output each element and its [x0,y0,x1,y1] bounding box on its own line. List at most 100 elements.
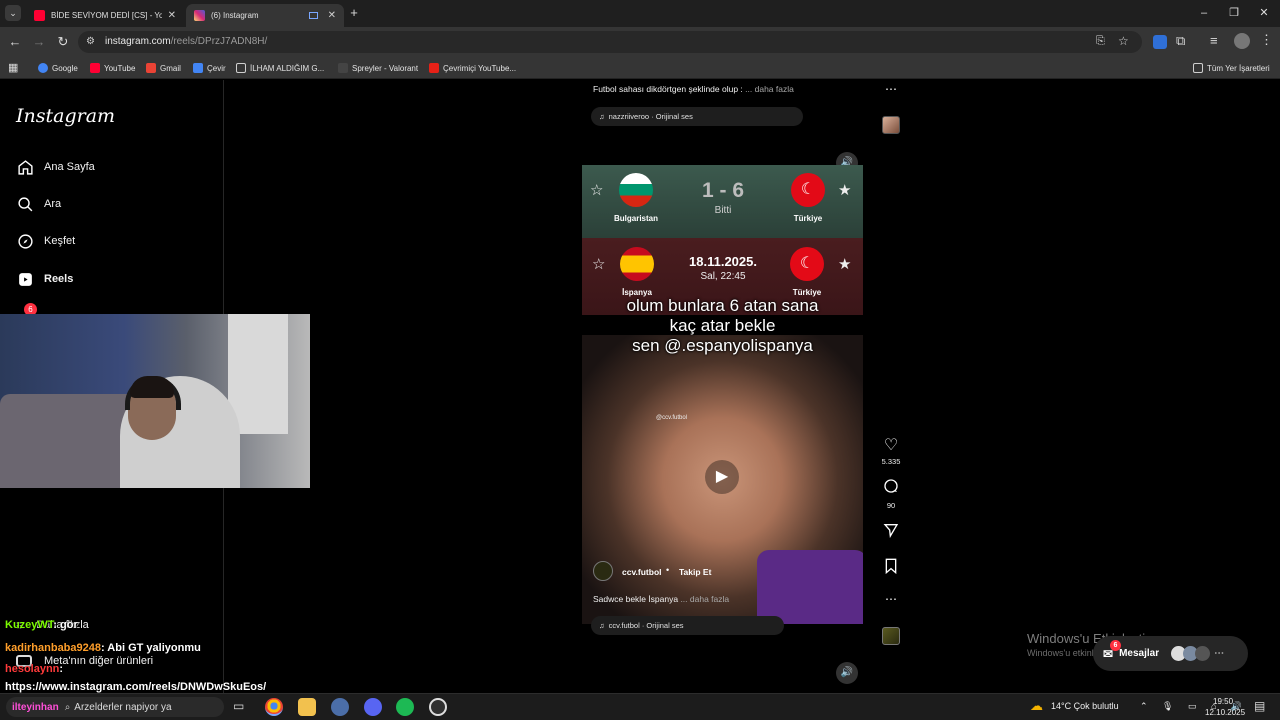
close-icon[interactable]: ✕ [168,10,176,21]
bookmark-gmail[interactable]: Gmail [146,61,181,75]
address-bar[interactable]: ⚙ instagram.com/reels/DPrzJ7ADN8H/ ⎘ ☆ [78,31,1142,53]
chat-message-4: https://www.instagram.com/reels/DNWDwSku… [5,681,267,693]
score-card: ☆ Bulgaristan 1 - 6 Bitti ☾ Türkiye ★ [582,165,863,238]
author-avatar[interactable] [593,561,613,581]
compass-icon [16,232,34,250]
author-username[interactable]: ccv.futbol [622,567,662,577]
puzzle-icon[interactable]: ⧉ [1176,33,1185,49]
install-icon[interactable]: ⎘ [1096,35,1105,48]
chat-message-3: hesolaynn: [5,663,64,675]
music-note-icon: ♫ [599,621,605,630]
bookmark-google[interactable]: Google [38,61,78,75]
folder-icon [1193,63,1203,73]
instagram-logo[interactable]: Instagram [16,105,115,127]
reels-icon [16,270,34,288]
spotify-icon[interactable] [396,698,414,716]
search-icon [16,195,34,213]
messages-count: 6 [1110,639,1121,651]
tab-youtube[interactable]: BİDE SEVİYOM DEDİ [CS] - YouT ✕ [26,4,184,27]
play-button[interactable]: ▶ [705,460,739,494]
nav-search[interactable]: Ara [16,194,61,214]
nav-explore[interactable]: Keşfet [16,231,75,251]
chrome-icon[interactable] [265,698,283,716]
clock-time[interactable]: 19:50 [1213,697,1233,706]
bookmark-icon [429,63,439,73]
next-mute-button[interactable]: 🔊 [836,662,858,684]
previous-audio-thumb[interactable] [882,116,900,134]
star-outline-icon[interactable]: ☆ [590,181,603,199]
translate-icon [193,63,203,73]
bookmark-icon [876,558,906,579]
notification-icon[interactable]: ▤ [1254,699,1265,713]
reel-audio[interactable]: ♫ ccv.futbol · Orijinal ses [591,616,784,635]
watermark: @ccv.futbol [656,415,687,421]
reel-more-button[interactable]: ⋯ [876,592,906,606]
webcam-overlay [0,314,310,488]
site-info-icon[interactable]: ⚙ [86,36,95,47]
task-view-icon[interactable]: ▭ [233,699,244,713]
reading-list-icon[interactable]: ≡ [1210,33,1218,48]
taskbar-search[interactable]: ilteyinhan ⌕ Arzelderler napiyor ya [6,697,224,717]
close-window-button[interactable]: ✕ [1254,5,1274,21]
profile-avatar[interactable] [1234,33,1250,49]
overlay-caption: olum bunlara 6 atan sana kaç atar bekle … [626,296,819,355]
like-button[interactable]: ♡ 5.335 [876,435,906,466]
apps-icon[interactable]: ▦ [8,61,18,74]
microphone [757,550,863,624]
chat-message-2: kadirhanbaba9248: Abi GT yaliyonmu [5,642,201,654]
chat-message-1: KuzeyWT: gör [5,619,78,631]
bookmark-star-icon[interactable]: ☆ [1118,34,1129,48]
nav-reels[interactable]: Reels [16,269,73,289]
weather-text[interactable]: 14°C Çok bulutlu [1051,701,1119,711]
file-explorer-icon[interactable] [298,698,316,716]
tab-strip: ⌄ BİDE SEVİYOM DEDİ [CS] - YouT ✕ (6) In… [0,0,1280,27]
previous-reel-audio[interactable]: ♫ nazzriiveroo · Orijinal ses [591,107,803,126]
restore-button[interactable]: ❐ [1224,5,1244,21]
google-icon [38,63,48,73]
forward-button[interactable]: → [30,33,48,51]
new-tab-button[interactable]: + [346,5,362,21]
bookmark-valorant[interactable]: Spreyler - Valorant [338,61,418,75]
reels-feed: Futbol sahası dikdörtgen şeklinde olup :… [225,80,1280,693]
previous-more-icon[interactable]: ⋯ [885,82,897,96]
reel-video[interactable]: ☆ Bulgaristan 1 - 6 Bitti ☾ Türkiye ★ ☆ … [582,165,863,624]
minimize-button[interactable]: – [1194,5,1214,21]
close-icon[interactable]: ✕ [328,10,336,21]
score: 1 - 6 [701,179,745,202]
previous-reel-caption: Futbol sahası dikdörtgen şeklinde olup :… [593,84,794,94]
next-date: 18.11.2025. [689,254,757,269]
save-button[interactable] [876,558,906,579]
messages-button[interactable]: ✉ 6 Mesajlar ⋯ [1093,636,1248,671]
reload-button[interactable]: ↻ [54,33,72,51]
bookmark-folder[interactable]: İLHAM ALDIĞIM G... [236,61,324,75]
url-text: instagram.com/reels/DPrzJ7ADN8H/ [105,36,268,47]
star-filled-icon[interactable]: ★ [838,181,851,199]
hair [130,376,174,398]
comment-button[interactable]: 90 [876,478,906,510]
clock-date[interactable]: 12.10.2025 [1205,708,1245,717]
obs-icon[interactable] [429,698,447,716]
dot-separator: • [666,565,670,575]
follow-button[interactable]: Takip Et [679,567,711,577]
share-button[interactable] [876,522,906,543]
app-icon[interactable] [331,698,349,716]
search-icon: ⌕ [64,701,71,713]
bookmark-youtube[interactable]: YouTube [90,61,135,75]
star-outline-icon[interactable]: ☆ [592,255,605,273]
bookmark-translate[interactable]: Çevir [193,61,226,75]
cast-icon [308,12,318,19]
star-filled-icon[interactable]: ★ [838,255,851,273]
nav-home[interactable]: Ana Sayfa [16,157,95,177]
bookmark-online-youtube[interactable]: Çevrimiçi YouTube... [429,61,516,75]
more-dots-icon: ⋯ [1214,648,1225,659]
back-button[interactable]: ← [6,33,24,51]
extension-icon[interactable] [1153,35,1167,49]
tab-search-button[interactable]: ⌄ [5,5,21,21]
reel-audio-thumb[interactable] [882,627,900,645]
all-bookmarks[interactable]: Tüm Yer İşaretleri [1193,61,1270,75]
tab-instagram[interactable]: (6) Instagram ✕ [186,4,344,27]
valorant-icon [338,63,348,73]
discord-icon[interactable] [364,698,382,716]
comment-count: 90 [886,501,896,510]
menu-icon[interactable]: ⋮ [1260,32,1273,48]
